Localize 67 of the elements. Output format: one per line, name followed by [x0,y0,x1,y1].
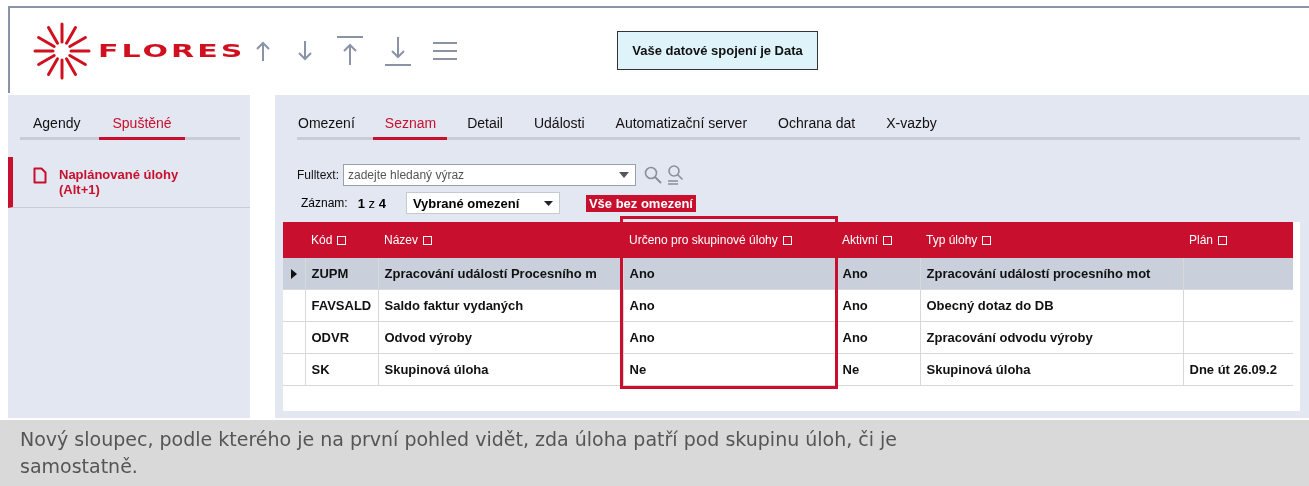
table-cell: Skupinová úloha [926,362,1031,377]
view-tab[interactable]: Automatizační server [614,113,759,140]
table-row[interactable]: ZUPM Zpracování událostí Procesního m Ano Ano Zpracování událostí procesního mot [283,258,1293,290]
logo-wordmark: FLORES [98,40,246,61]
sidebar-item[interactable]: Naplánované úlohy (Alt+1) [8,157,250,208]
row-pointer-icon [291,268,297,279]
table-cell: Ano [842,266,868,281]
view-tab[interactable]: Události [532,113,596,140]
table-cell: Saldo faktur vydaných [384,298,524,313]
arrow-to-bottom-icon[interactable] [385,34,412,67]
table-cell: Ano [842,330,868,345]
square-icon[interactable] [1218,236,1228,245]
table-cell: Skupinová úloha [384,362,489,377]
table-cell: Ne [842,362,860,377]
table-cell: Obecný dotaz do DB [926,298,1054,313]
table-cell: Zpracování odvodu výroby [926,330,1093,345]
fulltext-label: Fulltext: [297,168,339,182]
square-icon[interactable] [337,236,347,245]
arrow-to-top-icon[interactable] [337,34,364,67]
table-cell: Zpracování událostí procesního mot [926,266,1151,281]
view-tab[interactable]: Seznam [372,113,448,140]
search-icon[interactable] [644,166,662,184]
fulltext-search-field[interactable]: zadejte hledaný výraz [344,168,619,182]
table-cell: Zpracování událostí Procesního m [384,266,597,281]
view-tab[interactable]: Omezení [297,113,366,140]
column-header[interactable]: Určeno pro skupinové úlohy [623,222,836,258]
view-tab[interactable]: Detail [466,113,514,140]
advanced-search-icon[interactable] [666,165,684,185]
table-cell: Odvod výroby [384,330,472,345]
table-row[interactable]: ODVR Odvod výroby Ano Ano Zpracování odvodu výroby [283,321,1293,354]
table-cell: Ano [629,266,655,281]
sidebar-tab[interactable]: Agendy [20,113,94,140]
table-cell: ODVR [311,330,350,345]
document-icon [33,167,47,184]
connection-status: Vaše datové spojení je Data [617,31,818,70]
filter-status-label: Vše bez omezení [585,194,696,212]
table-cell: SK [311,362,330,377]
square-icon[interactable] [883,236,892,245]
caption-text: Nový sloupec, podle kterého je na první pohled vidět, zda úloha patří pod skupinu úloh, či je samostatně. [20,427,899,479]
column-header[interactable]: Název [378,222,623,258]
table-cell: Dne út 26.09.2 [1189,362,1277,377]
record-label: Záznam: [301,196,348,210]
column-header[interactable]: Aktivní [836,222,920,258]
table-cell: FAVSALD [311,298,372,313]
dropdown-caret-icon [543,200,553,206]
square-icon[interactable] [423,236,432,245]
record-counter: 1 z 4 [357,195,386,211]
sidebar-tab[interactable]: Spuštěné [99,113,185,140]
table-cell: ZUPM [311,266,349,281]
column-header[interactable]: Typ úlohy [920,222,1183,258]
column-header[interactable]: Kód [305,222,378,258]
table-row[interactable]: SK Skupinová úloha Ne Ne Skupinová úloha Dne út 26.09.2 [283,353,1293,386]
fulltext-combo-box[interactable]: zadejte hledaný výraz [343,164,636,186]
sunburst-logo-icon [32,20,92,81]
table-cell: Ne [629,362,647,377]
table-cell: Ano [842,298,868,313]
view-tab[interactable]: Ochrana dat [777,113,867,140]
table-row[interactable]: FAVSALD Saldo faktur vydaných Ano Ano Obecný dotaz do DB [283,289,1293,322]
table-cell: Ano [629,298,655,313]
dropdown-caret-icon[interactable] [619,172,629,178]
view-tab[interactable]: X-vazby [885,113,948,140]
table-cell: Ano [629,330,655,345]
column-header[interactable]: Plán [1183,222,1293,258]
menu-icon[interactable] [433,39,458,62]
square-icon[interactable] [982,236,992,245]
square-icon[interactable] [782,236,792,245]
filter-dropdown[interactable]: Vybrané omezení [405,192,560,214]
